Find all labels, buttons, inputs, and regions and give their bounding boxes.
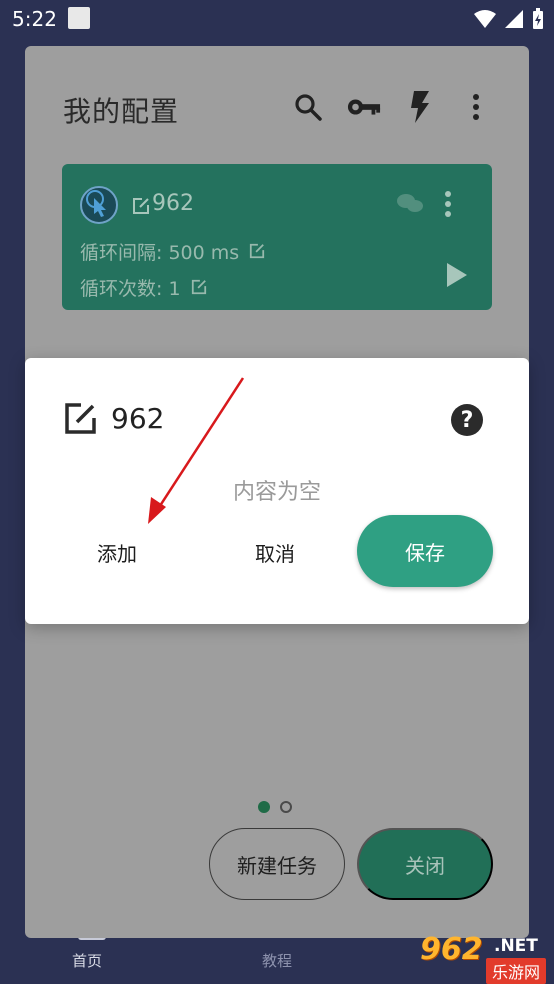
play-icon[interactable]	[446, 262, 468, 292]
count-row[interactable]: 循环次数: 1	[80, 274, 207, 301]
dialog-title: 962	[111, 402, 165, 435]
watermark-sub: 乐游网	[486, 958, 547, 984]
status-bar: 5:22	[0, 0, 554, 38]
empty-text: 内容为空	[232, 480, 321, 505]
search-icon[interactable]	[291, 90, 325, 124]
watermark-suffix: .NET	[494, 936, 538, 956]
new-task-button[interactable]: 新建任务	[209, 828, 345, 900]
help-icon[interactable]: ?	[451, 404, 483, 436]
page-dot-active	[258, 801, 270, 813]
wifi-icon	[474, 10, 496, 28]
signal-icon	[505, 10, 523, 28]
status-time: 5:22	[12, 7, 57, 31]
sheet-title: 我的配置	[63, 95, 180, 128]
watermark-brand: 962	[420, 932, 483, 967]
watermark-logo: 962 .NET 乐游网	[414, 930, 550, 984]
page-indicator	[258, 801, 292, 813]
close-button[interactable]: 关闭	[357, 828, 493, 900]
interval-row[interactable]: 循环间隔: 500 ms	[80, 238, 265, 265]
page-dot-inactive	[280, 801, 292, 813]
battery-icon	[533, 8, 543, 29]
save-button[interactable]: 保存	[357, 515, 493, 587]
more-vert-icon[interactable]	[459, 90, 493, 124]
toolbar	[291, 90, 493, 124]
cancel-button[interactable]: 取消	[255, 538, 295, 567]
nav-tutorial[interactable]: 教程	[262, 950, 292, 971]
edit-icon[interactable]	[249, 243, 265, 259]
edit-icon[interactable]	[132, 197, 150, 219]
flash-icon[interactable]	[403, 90, 437, 124]
notification-icon	[68, 7, 90, 29]
interval-label: 循环间隔: 500 ms	[80, 242, 240, 264]
wechat-icon	[396, 192, 424, 214]
key-icon[interactable]	[347, 90, 381, 124]
config-card[interactable]: 962 循环间隔: 500 ms 循环次数: 1	[62, 164, 492, 310]
edit-dialog: 962 ? 内容为空 添加 取消 保存	[25, 358, 529, 624]
app-logo-icon	[80, 186, 118, 224]
status-icons	[474, 8, 544, 30]
config-name: 962	[152, 191, 194, 216]
count-label: 循环次数: 1	[80, 278, 181, 300]
nav-home[interactable]: 首页	[72, 950, 102, 971]
add-button[interactable]: 添加	[97, 538, 137, 567]
edit-icon[interactable]	[191, 279, 207, 295]
config-more-icon[interactable]	[444, 190, 452, 222]
edit-icon	[63, 402, 97, 440]
